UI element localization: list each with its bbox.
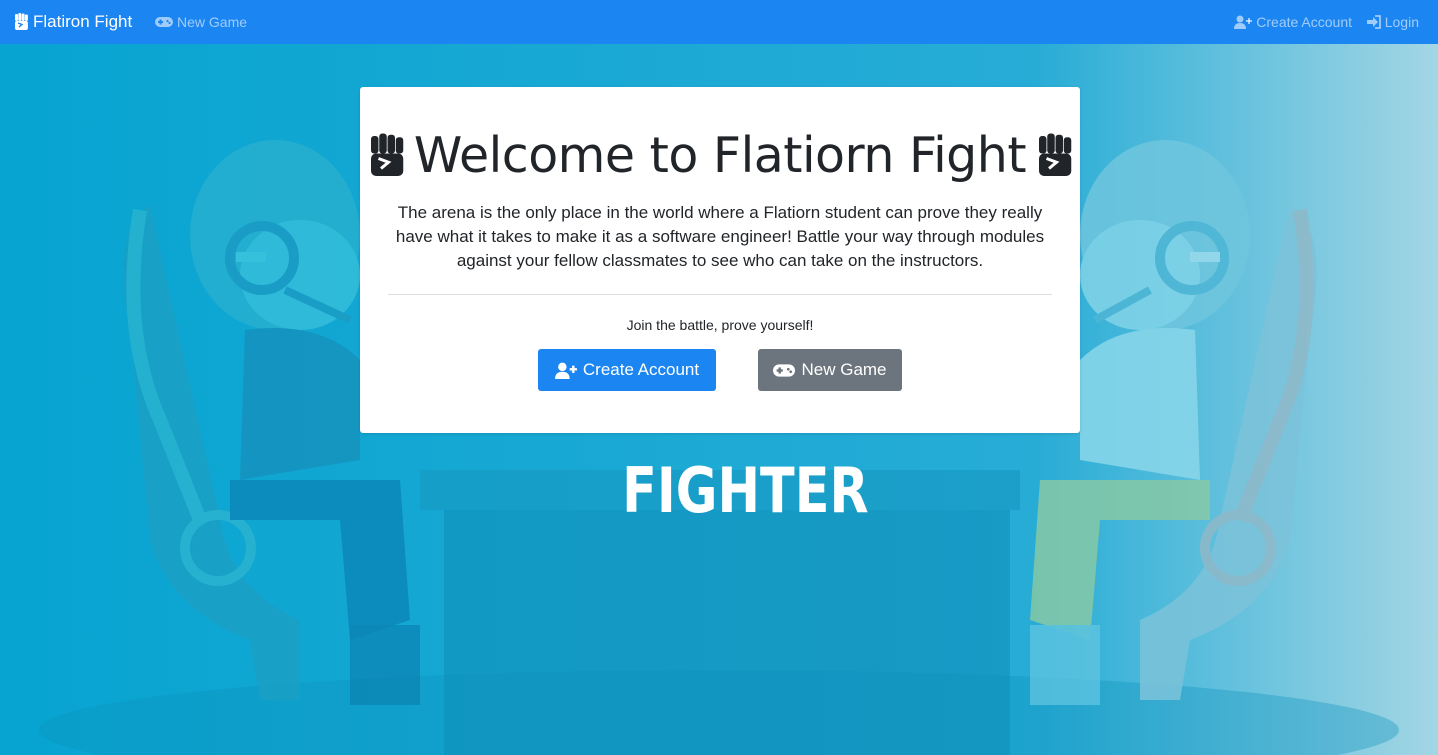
new-game-label: New Game xyxy=(801,360,887,379)
fist-icon xyxy=(366,132,406,180)
new-game-button[interactable]: New Game xyxy=(758,349,902,391)
background-logo-text: FIGHTER xyxy=(622,455,868,527)
welcome-card: Welcome to Flatiorn Fight The arena is t… xyxy=(360,87,1080,433)
fist-icon xyxy=(13,13,29,31)
divider xyxy=(388,294,1052,295)
page-title-text: Welcome to Flatiorn Fight xyxy=(413,127,1027,184)
fist-icon xyxy=(1034,132,1074,180)
create-account-button[interactable]: Create Account xyxy=(538,349,716,391)
gamepad-icon xyxy=(155,16,173,28)
nav-create-account-label: Create Account xyxy=(1256,14,1352,30)
lead-paragraph: The arena is the only place in the world… xyxy=(395,203,1045,270)
nav-new-game-link[interactable]: New Game xyxy=(155,0,247,44)
nav-new-game-label: New Game xyxy=(177,14,248,30)
brand-link[interactable]: Flatiron Fight xyxy=(13,0,132,44)
create-account-label: Create Account xyxy=(582,360,700,379)
user-plus-icon xyxy=(1234,15,1253,29)
nav-login-link[interactable]: Login xyxy=(1366,0,1419,44)
top-navbar: Flatiron Fight New Game Create Account L… xyxy=(0,0,1438,44)
tagline: Join the battle, prove yourself! xyxy=(626,317,814,333)
user-plus-icon xyxy=(554,362,577,379)
nav-create-account-link[interactable]: Create Account xyxy=(1234,0,1352,44)
brand-text: Flatiron Fight xyxy=(33,12,133,31)
gamepad-icon xyxy=(773,363,796,378)
nav-login-label: Login xyxy=(1384,14,1419,30)
sign-in-icon xyxy=(1366,15,1381,29)
page-title: Welcome to Flatiorn Fight xyxy=(360,127,1080,184)
